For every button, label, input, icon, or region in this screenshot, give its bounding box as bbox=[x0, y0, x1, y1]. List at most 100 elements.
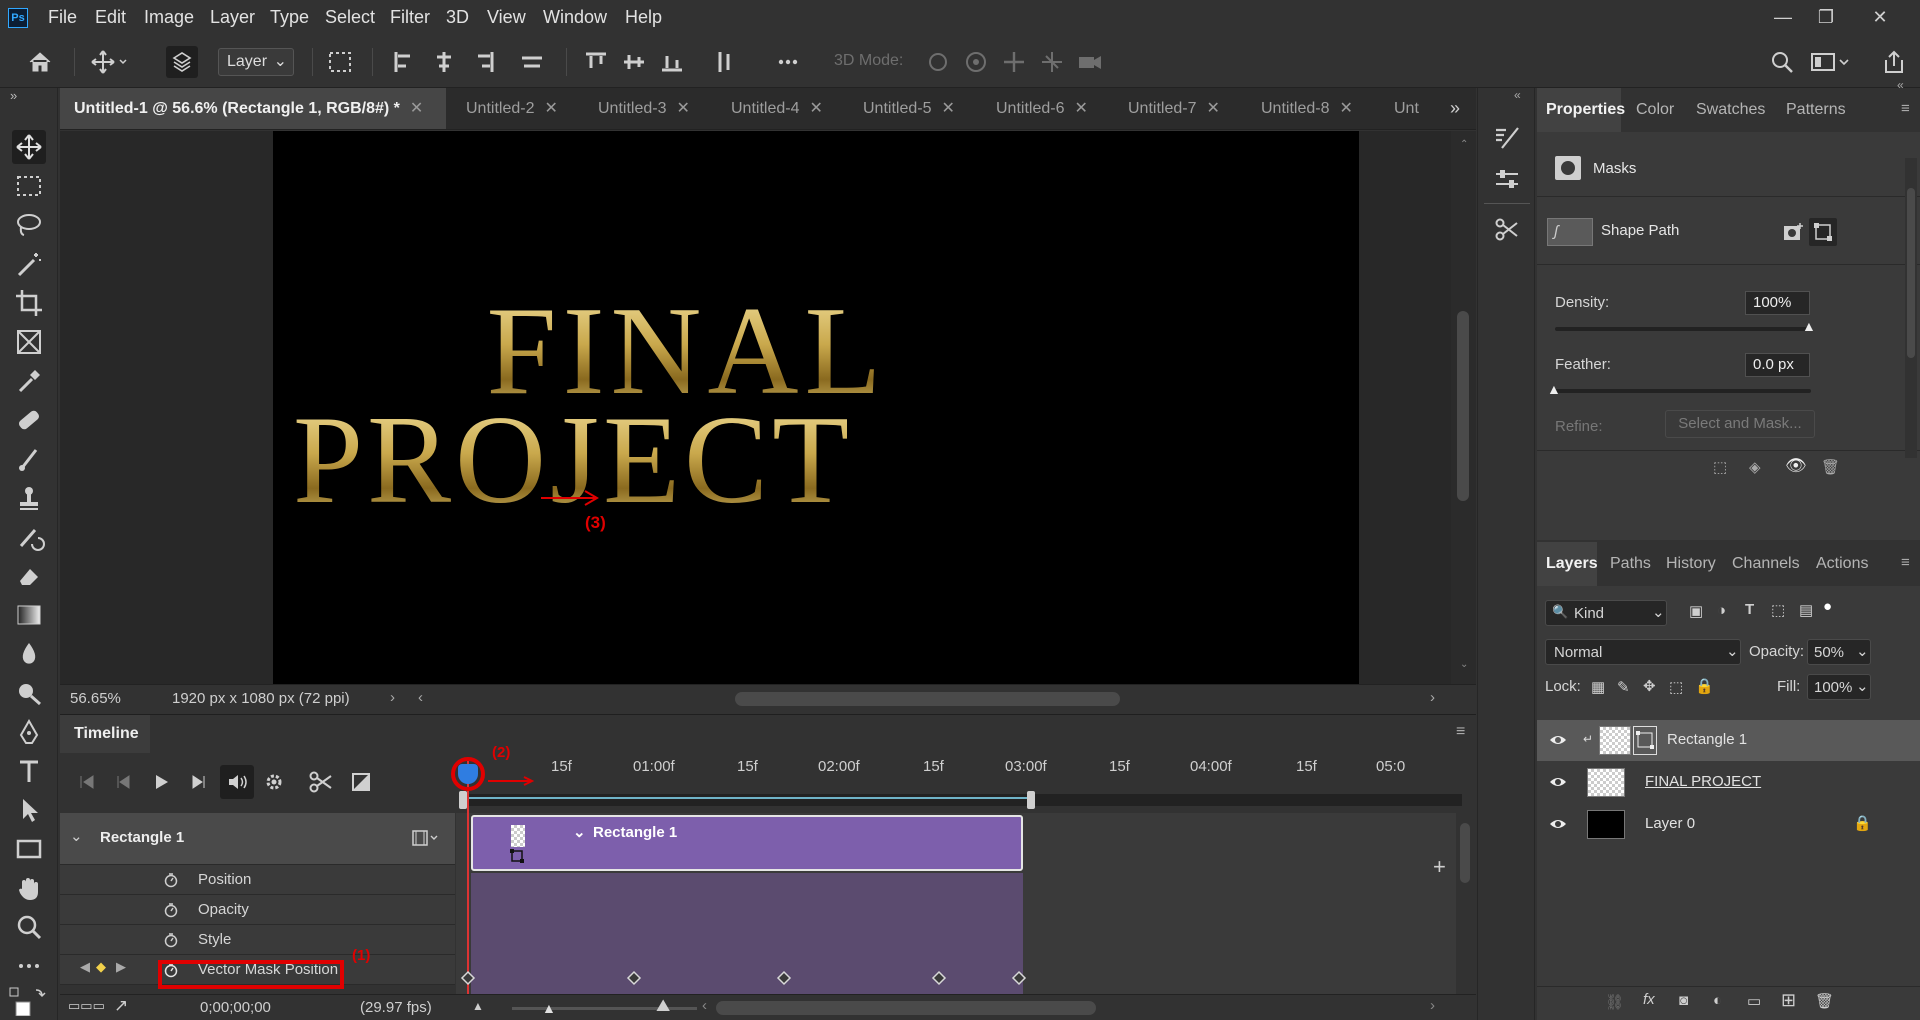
work-area-bar[interactable] bbox=[462, 794, 1462, 806]
3d-orbit-icon[interactable] bbox=[922, 46, 954, 78]
filter-type-icon[interactable]: T bbox=[1745, 601, 1754, 618]
add-media-icon[interactable]: + bbox=[1433, 855, 1457, 879]
audio-icon[interactable] bbox=[220, 765, 254, 799]
filter-shape-icon[interactable]: ⬚ bbox=[1771, 601, 1785, 619]
opacity-field[interactable]: 50% ⌄ bbox=[1807, 639, 1871, 665]
distribute-icon[interactable] bbox=[516, 46, 548, 78]
menu-edit[interactable]: Edit bbox=[95, 7, 126, 28]
current-timecode[interactable]: 0;00;00;00 bbox=[200, 999, 271, 1016]
filter-smart-object-icon[interactable]: ▤ bbox=[1799, 601, 1813, 619]
delete-mask-icon[interactable]: 🗑 bbox=[1821, 458, 1840, 476]
add-pixel-mask-icon[interactable] bbox=[1782, 222, 1806, 244]
density-slider[interactable] bbox=[1555, 327, 1811, 331]
blend-mode-dropdown[interactable]: Normal ⌄ bbox=[1545, 639, 1741, 665]
next-frame-icon[interactable] bbox=[182, 765, 216, 799]
filter-adjustment-icon[interactable]: ◑ bbox=[1717, 602, 1726, 619]
lock-pixels-icon[interactable]: ✎ bbox=[1617, 678, 1630, 696]
stopwatch-icon[interactable] bbox=[163, 932, 179, 948]
menu-type[interactable]: Type bbox=[270, 7, 309, 28]
more-tools-icon[interactable] bbox=[12, 949, 46, 983]
lock-position-icon[interactable]: ✥ bbox=[1643, 677, 1656, 695]
settings-gear-icon[interactable] bbox=[258, 765, 292, 799]
lock-artboard-icon[interactable]: ⬚ bbox=[1669, 678, 1683, 696]
timeline-clip-rectangle-1[interactable]: ⌄ Rectangle 1 bbox=[471, 815, 1023, 871]
clone-stamp-tool[interactable] bbox=[12, 481, 46, 515]
3d-slide-icon[interactable] bbox=[1036, 46, 1068, 78]
tab-layers[interactable]: Layers bbox=[1537, 542, 1598, 586]
new-layer-icon[interactable]: ⊞ bbox=[1781, 990, 1796, 1011]
workspace-icon[interactable] bbox=[1808, 46, 1849, 78]
feather-slider[interactable] bbox=[1555, 389, 1811, 393]
close-window-icon[interactable]: ✕ bbox=[1862, 4, 1898, 30]
align-middle-icon[interactable] bbox=[618, 46, 650, 78]
select-and-mask-button[interactable]: Select and Mask... bbox=[1665, 410, 1815, 438]
tab-untitled-8[interactable]: Untitled-8 ✕ bbox=[1247, 88, 1377, 129]
canvas-area[interactable]: FINAL PROJECT (3) bbox=[60, 131, 1476, 684]
expand-toolbar-icon[interactable]: » bbox=[10, 88, 17, 103]
zoom-level[interactable]: 56.65% bbox=[70, 690, 121, 707]
visibility-eye-icon[interactable]: 👁 bbox=[1785, 456, 1807, 476]
path-selection-tool[interactable] bbox=[12, 793, 46, 827]
new-group-folder-icon[interactable]: ▭ bbox=[1747, 992, 1761, 1010]
brush-tool[interactable] bbox=[12, 442, 46, 476]
menu-filter[interactable]: Filter bbox=[390, 7, 430, 28]
layer-row-layer-0[interactable]: Layer 0 🔒 bbox=[1537, 804, 1920, 845]
tab-untitled-3[interactable]: Untitled-3 ✕ bbox=[584, 88, 714, 129]
3d-pan-icon[interactable] bbox=[998, 46, 1030, 78]
add-mask-icon[interactable]: ◙ bbox=[1679, 992, 1688, 1009]
next-keyframe-icon[interactable]: ▶ bbox=[116, 959, 126, 975]
menu-layer[interactable]: Layer bbox=[210, 7, 255, 28]
fill-field[interactable]: 100% ⌄ bbox=[1807, 674, 1871, 700]
more-tabs-icon[interactable]: » bbox=[1450, 98, 1460, 119]
tab-paths[interactable]: Paths bbox=[1601, 542, 1660, 586]
align-center-icon[interactable] bbox=[428, 46, 460, 78]
transform-controls-icon[interactable] bbox=[324, 46, 356, 78]
work-area-start-handle[interactable] bbox=[459, 791, 467, 809]
home-icon[interactable] bbox=[24, 46, 56, 78]
go-to-first-frame-icon[interactable] bbox=[70, 765, 104, 799]
previous-frame-icon[interactable] bbox=[106, 765, 140, 799]
vector-mask-thumbnail[interactable] bbox=[1633, 726, 1657, 755]
tab-untitled-7[interactable]: Untitled-7 ✕ bbox=[1114, 88, 1244, 129]
lock-all-icon[interactable]: 🔒 bbox=[1695, 677, 1714, 695]
magic-wand-tool[interactable] bbox=[12, 247, 46, 281]
3d-roll-icon[interactable] bbox=[960, 46, 992, 78]
align-bottom-icon[interactable] bbox=[656, 46, 688, 78]
split-clip-scissors-icon[interactable] bbox=[304, 765, 338, 799]
artboard[interactable]: FINAL PROJECT (3) bbox=[273, 131, 1359, 684]
auto-select-dropdown[interactable]: Layer ⌄ bbox=[218, 48, 294, 76]
visibility-eye-icon[interactable] bbox=[1549, 816, 1567, 832]
filter-kind-dropdown[interactable]: 🔍 Kind ⌄ bbox=[1545, 600, 1667, 626]
tool-presets-icon[interactable] bbox=[1492, 214, 1522, 244]
playhead-handle[interactable] bbox=[458, 764, 478, 784]
share-icon[interactable] bbox=[1878, 46, 1910, 78]
status-arrow-icon[interactable]: › bbox=[390, 689, 395, 706]
close-tab-icon[interactable]: ✕ bbox=[410, 100, 423, 117]
previous-keyframe-icon[interactable]: ◀ bbox=[80, 959, 90, 975]
healing-brush-tool[interactable] bbox=[12, 403, 46, 437]
align-right-icon[interactable] bbox=[468, 46, 500, 78]
frame-tool[interactable] bbox=[12, 325, 46, 359]
tab-channels[interactable]: Channels bbox=[1723, 542, 1809, 586]
timeline-zoom-thumb[interactable]: ▲ bbox=[542, 1000, 556, 1016]
tab-color[interactable]: Color bbox=[1627, 88, 1683, 132]
stopwatch-icon[interactable] bbox=[163, 872, 179, 888]
restore-icon[interactable]: ❐ bbox=[1808, 4, 1844, 30]
move-tool[interactable] bbox=[12, 130, 46, 164]
gradient-tool[interactable] bbox=[12, 598, 46, 632]
timeline-horizontal-scrollbar[interactable] bbox=[716, 1001, 1096, 1015]
canvas-vertical-scrollbar[interactable]: ⌃ ⌄ bbox=[1451, 131, 1476, 684]
tab-untitled-4[interactable]: Untitled-4 ✕ bbox=[717, 88, 847, 129]
collapse-track-icon[interactable]: ⌄ bbox=[70, 827, 83, 845]
auto-select-icon[interactable] bbox=[166, 46, 198, 78]
convert-frame-animation-icon[interactable]: ▭▭▭ bbox=[68, 998, 105, 1014]
tab-actions[interactable]: Actions bbox=[1807, 542, 1877, 586]
zoom-out-timeline-icon[interactable]: ▲ bbox=[472, 999, 484, 1013]
type-tool[interactable] bbox=[12, 754, 46, 788]
tab-swatches[interactable]: Swatches bbox=[1687, 88, 1774, 132]
tab-history[interactable]: History bbox=[1657, 542, 1725, 586]
new-adjustment-layer-icon[interactable]: ◐ bbox=[1713, 992, 1722, 1009]
timeline-vertical-scrollbar[interactable] bbox=[1456, 813, 1474, 995]
eyedropper-tool[interactable] bbox=[12, 364, 46, 398]
menu-image[interactable]: Image bbox=[144, 7, 194, 28]
